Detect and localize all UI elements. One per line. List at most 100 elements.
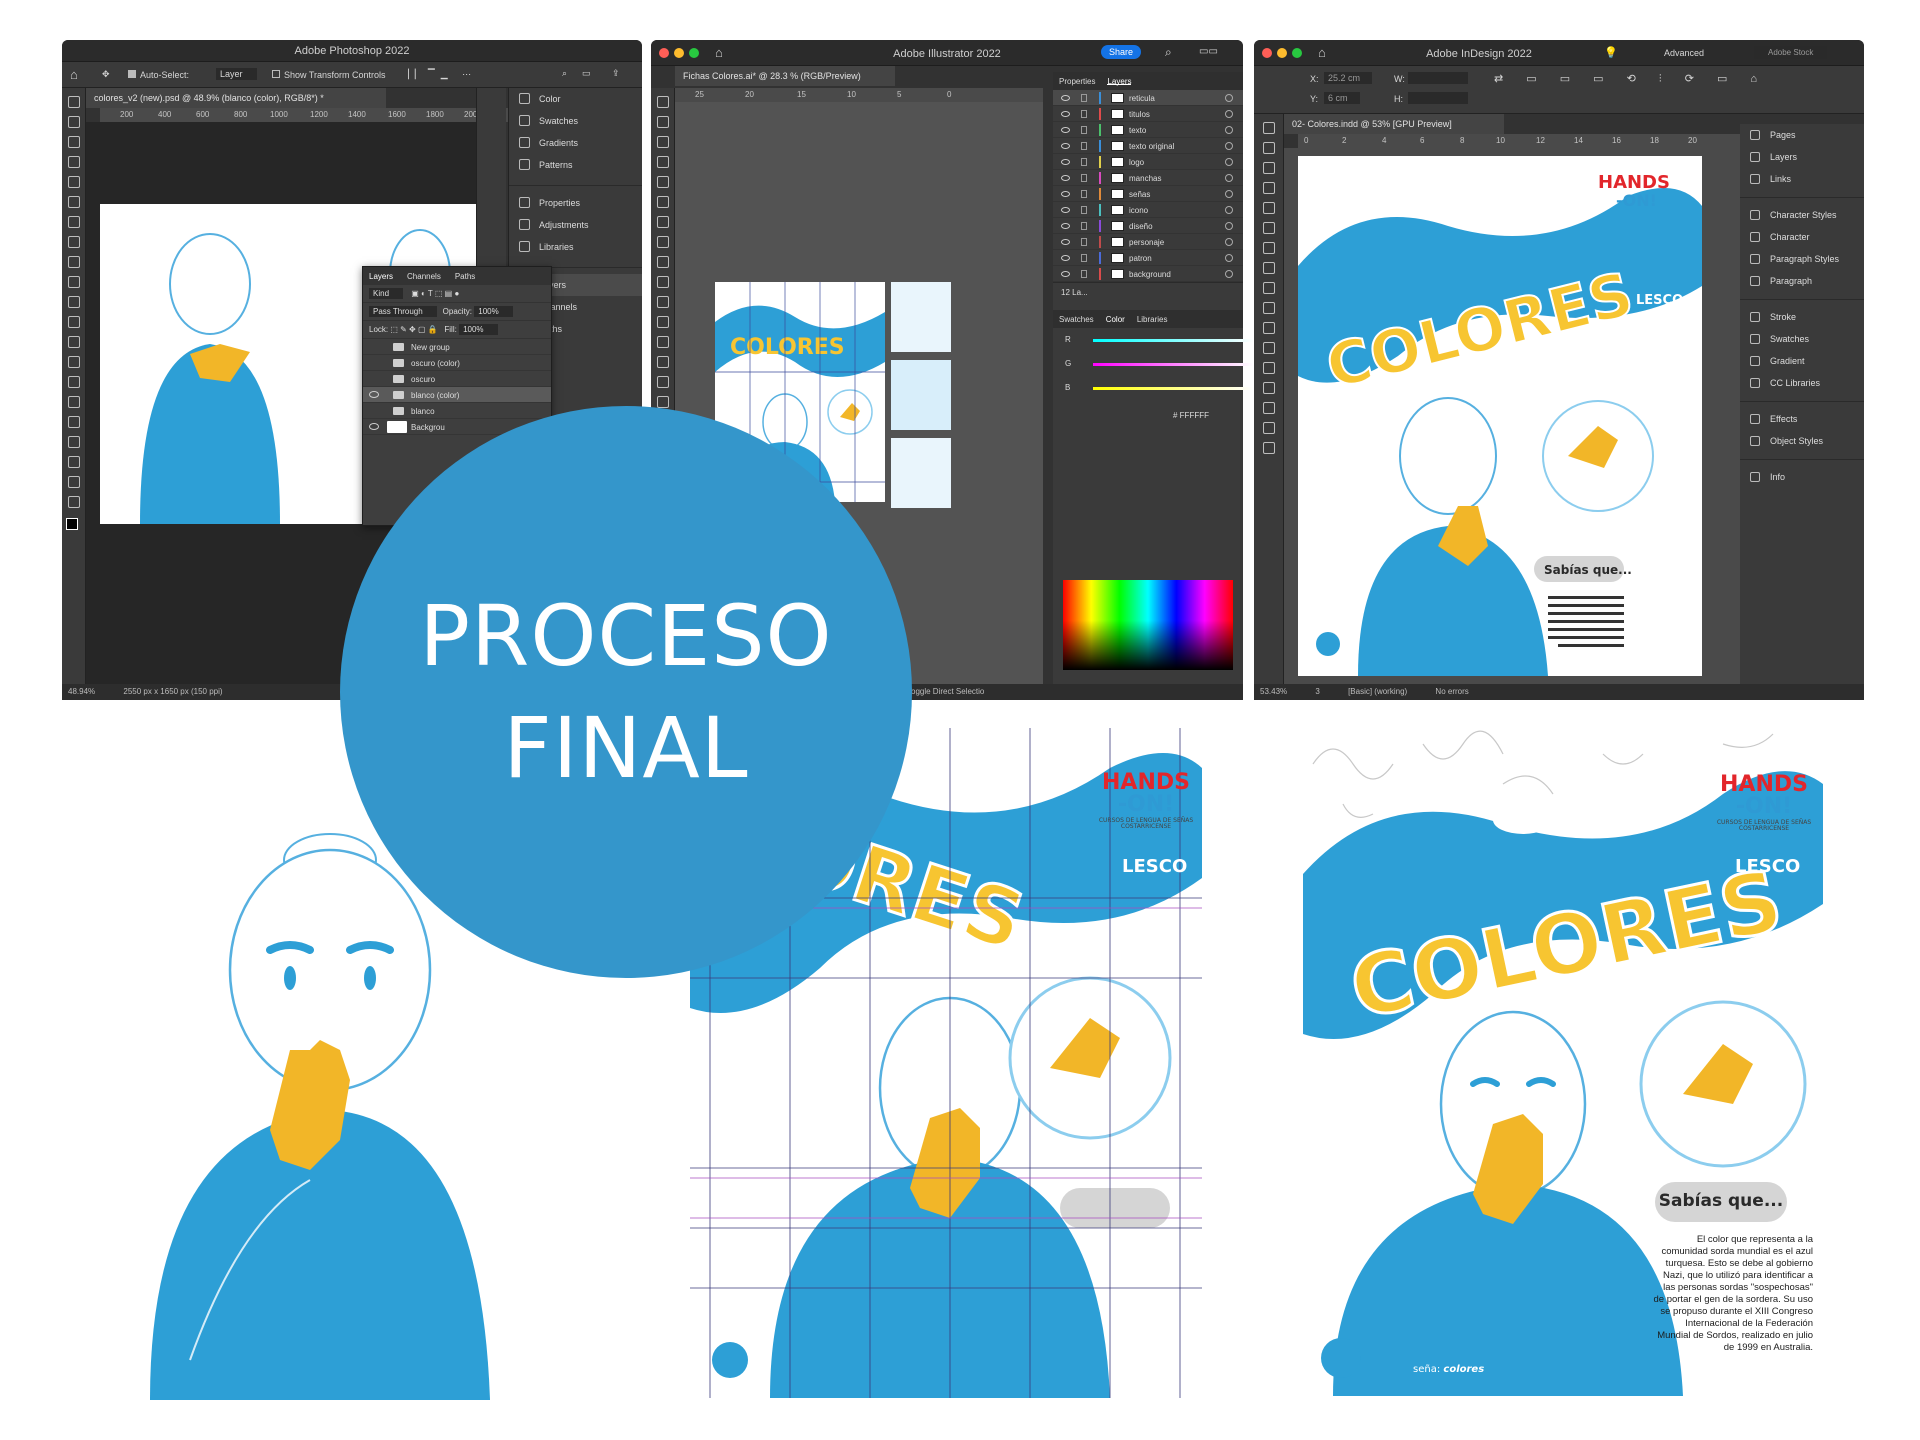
tab-properties[interactable]: Properties	[1059, 77, 1095, 86]
history-brush-icon[interactable]	[67, 296, 80, 308]
target-icon[interactable]	[1225, 126, 1233, 134]
curvature-icon[interactable]	[656, 156, 669, 168]
panel-gradient[interactable]: Gradient	[1740, 350, 1864, 372]
pencil-icon[interactable]	[656, 256, 669, 268]
ai-layer-row[interactable]: manchas	[1053, 170, 1243, 186]
panel-paragraph-styles[interactable]: Paragraph Styles	[1740, 248, 1864, 270]
panel-character-styles[interactable]: Character Styles	[1740, 204, 1864, 226]
selection-tool-icon[interactable]	[1262, 122, 1275, 134]
width-icon[interactable]	[656, 336, 669, 348]
ai-layer-row[interactable]: background	[1053, 266, 1243, 282]
panel-adjustments[interactable]: Adjustments	[509, 214, 642, 236]
frame-tool-icon[interactable]	[1262, 282, 1275, 294]
eye-icon[interactable]	[1061, 207, 1070, 213]
ai-layer-row[interactable]: logo	[1053, 154, 1243, 170]
target-icon[interactable]	[1225, 270, 1233, 278]
lock-icon[interactable]	[1081, 270, 1087, 278]
id-preflight-profile[interactable]: [Basic] (working)	[1348, 687, 1407, 696]
id-document-tab[interactable]: 02- Colores.indd @ 53% [GPU Preview]	[1284, 114, 1504, 134]
w-field[interactable]	[1408, 72, 1468, 84]
panel-properties[interactable]: Properties	[509, 192, 642, 214]
lasso-tool-icon[interactable]	[67, 136, 80, 148]
gradient-icon[interactable]	[67, 336, 80, 348]
type-icon[interactable]	[67, 416, 80, 428]
target-icon[interactable]	[1225, 142, 1233, 150]
direct-selection-icon[interactable]	[656, 116, 669, 128]
slider-b[interactable]: B255	[1053, 376, 1276, 400]
transform-icons[interactable]: ⇄ ▭ ▭ ▭ ⟲ ⫶ ⟳ ▭ ⌂	[1494, 72, 1767, 86]
pencil-icon[interactable]	[1262, 262, 1275, 274]
fill-field[interactable]: 100%	[459, 324, 498, 335]
gap-tool-icon[interactable]	[1262, 182, 1275, 194]
target-icon[interactable]	[1225, 158, 1233, 166]
panel-cc-libraries[interactable]: CC Libraries	[1740, 372, 1864, 394]
ai-layer-row[interactable]: texto original	[1053, 138, 1243, 154]
h-field[interactable]	[1408, 92, 1468, 104]
color-spectrum[interactable]	[1063, 580, 1233, 670]
lock-icon[interactable]	[1081, 238, 1087, 246]
ai-layer-row[interactable]: personaje	[1053, 234, 1243, 250]
scale-icon[interactable]	[656, 316, 669, 328]
eye-icon[interactable]	[1061, 175, 1070, 181]
eye-icon[interactable]	[369, 391, 379, 398]
ps-document-tab[interactable]: colores_v2 (new).psd @ 48.9% (blanco (co…	[86, 88, 386, 108]
eyedropper-icon[interactable]	[656, 396, 669, 408]
workspace-icon[interactable]: ▭	[582, 68, 591, 79]
tab-swatches[interactable]: Swatches	[1059, 315, 1094, 324]
path-select-icon[interactable]	[67, 436, 80, 448]
eye-icon[interactable]	[1061, 111, 1070, 117]
layer-row[interactable]: New group	[363, 339, 551, 355]
eraser-icon[interactable]	[656, 276, 669, 288]
ai-layer-row[interactable]: diseño	[1053, 218, 1243, 234]
stock-search-input[interactable]: Adobe Stock	[1754, 46, 1828, 59]
panel-stroke[interactable]: Stroke	[1740, 306, 1864, 328]
transform-icon[interactable]	[1262, 342, 1275, 354]
lock-icon[interactable]	[1081, 158, 1087, 166]
ai-layer-row[interactable]: patron	[1053, 250, 1243, 266]
blur-icon[interactable]	[67, 356, 80, 368]
type-icon[interactable]	[1262, 202, 1275, 214]
panel-layers[interactable]: Layers	[1740, 146, 1864, 168]
y-field[interactable]: 6 cm	[1324, 92, 1360, 104]
pen-icon[interactable]	[656, 136, 669, 148]
brush-icon[interactable]	[67, 256, 80, 268]
eye-icon[interactable]	[1061, 239, 1070, 245]
tab-color[interactable]: Color	[1106, 315, 1125, 324]
direct-selection-icon[interactable]	[1262, 142, 1275, 154]
layer-row[interactable]: blanco (color)	[363, 387, 551, 403]
rectangle-icon[interactable]	[656, 216, 669, 228]
line-icon[interactable]	[656, 196, 669, 208]
marquee-tool-icon[interactable]	[67, 116, 80, 128]
target-icon[interactable]	[1225, 110, 1233, 118]
ai-layer-row[interactable]: señas	[1053, 186, 1243, 202]
id-zoom-readout[interactable]: 53.43%	[1260, 687, 1287, 696]
panel-pages[interactable]: Pages	[1740, 124, 1864, 146]
panel-gradients[interactable]: Gradients	[509, 132, 642, 154]
lock-icon[interactable]	[1081, 174, 1087, 182]
ai-layer-row[interactable]: titulos	[1053, 106, 1243, 122]
lock-icon[interactable]	[1081, 254, 1087, 262]
id-pasteboard[interactable]: COLORES HANDS -ON! LESCO Sabías que...	[1284, 148, 1740, 684]
foreground-color-swatch[interactable]	[66, 518, 78, 530]
hand-icon[interactable]	[67, 476, 80, 488]
auto-select-dropdown[interactable]: Layer	[216, 68, 257, 80]
share-icon[interactable]: ⇪	[612, 68, 620, 79]
ai-document-tab[interactable]: Fichas Colores.ai* @ 28.3 % (RGB/Preview…	[675, 66, 895, 86]
panel-object-styles[interactable]: Object Styles	[1740, 430, 1864, 452]
magic-wand-icon[interactable]	[67, 156, 80, 168]
eraser-icon[interactable]	[67, 316, 80, 328]
move-tool-icon[interactable]: ✥	[102, 69, 110, 80]
opacity-field[interactable]: 100%	[474, 306, 513, 317]
panel-color[interactable]: Color	[509, 88, 642, 110]
tab-libraries[interactable]: Libraries	[1137, 315, 1168, 324]
hand-icon[interactable]	[1262, 422, 1275, 434]
target-icon[interactable]	[1225, 222, 1233, 230]
panel-info[interactable]: Info	[1740, 466, 1864, 488]
lock-icon[interactable]	[1081, 126, 1087, 134]
zoom-icon[interactable]	[1262, 442, 1275, 454]
target-icon[interactable]	[1225, 190, 1233, 198]
eye-icon[interactable]	[1061, 127, 1070, 133]
layer-row[interactable]: blanco	[363, 403, 551, 419]
eye-icon[interactable]	[1061, 255, 1070, 261]
layer-row[interactable]: oscuro (color)	[363, 355, 551, 371]
